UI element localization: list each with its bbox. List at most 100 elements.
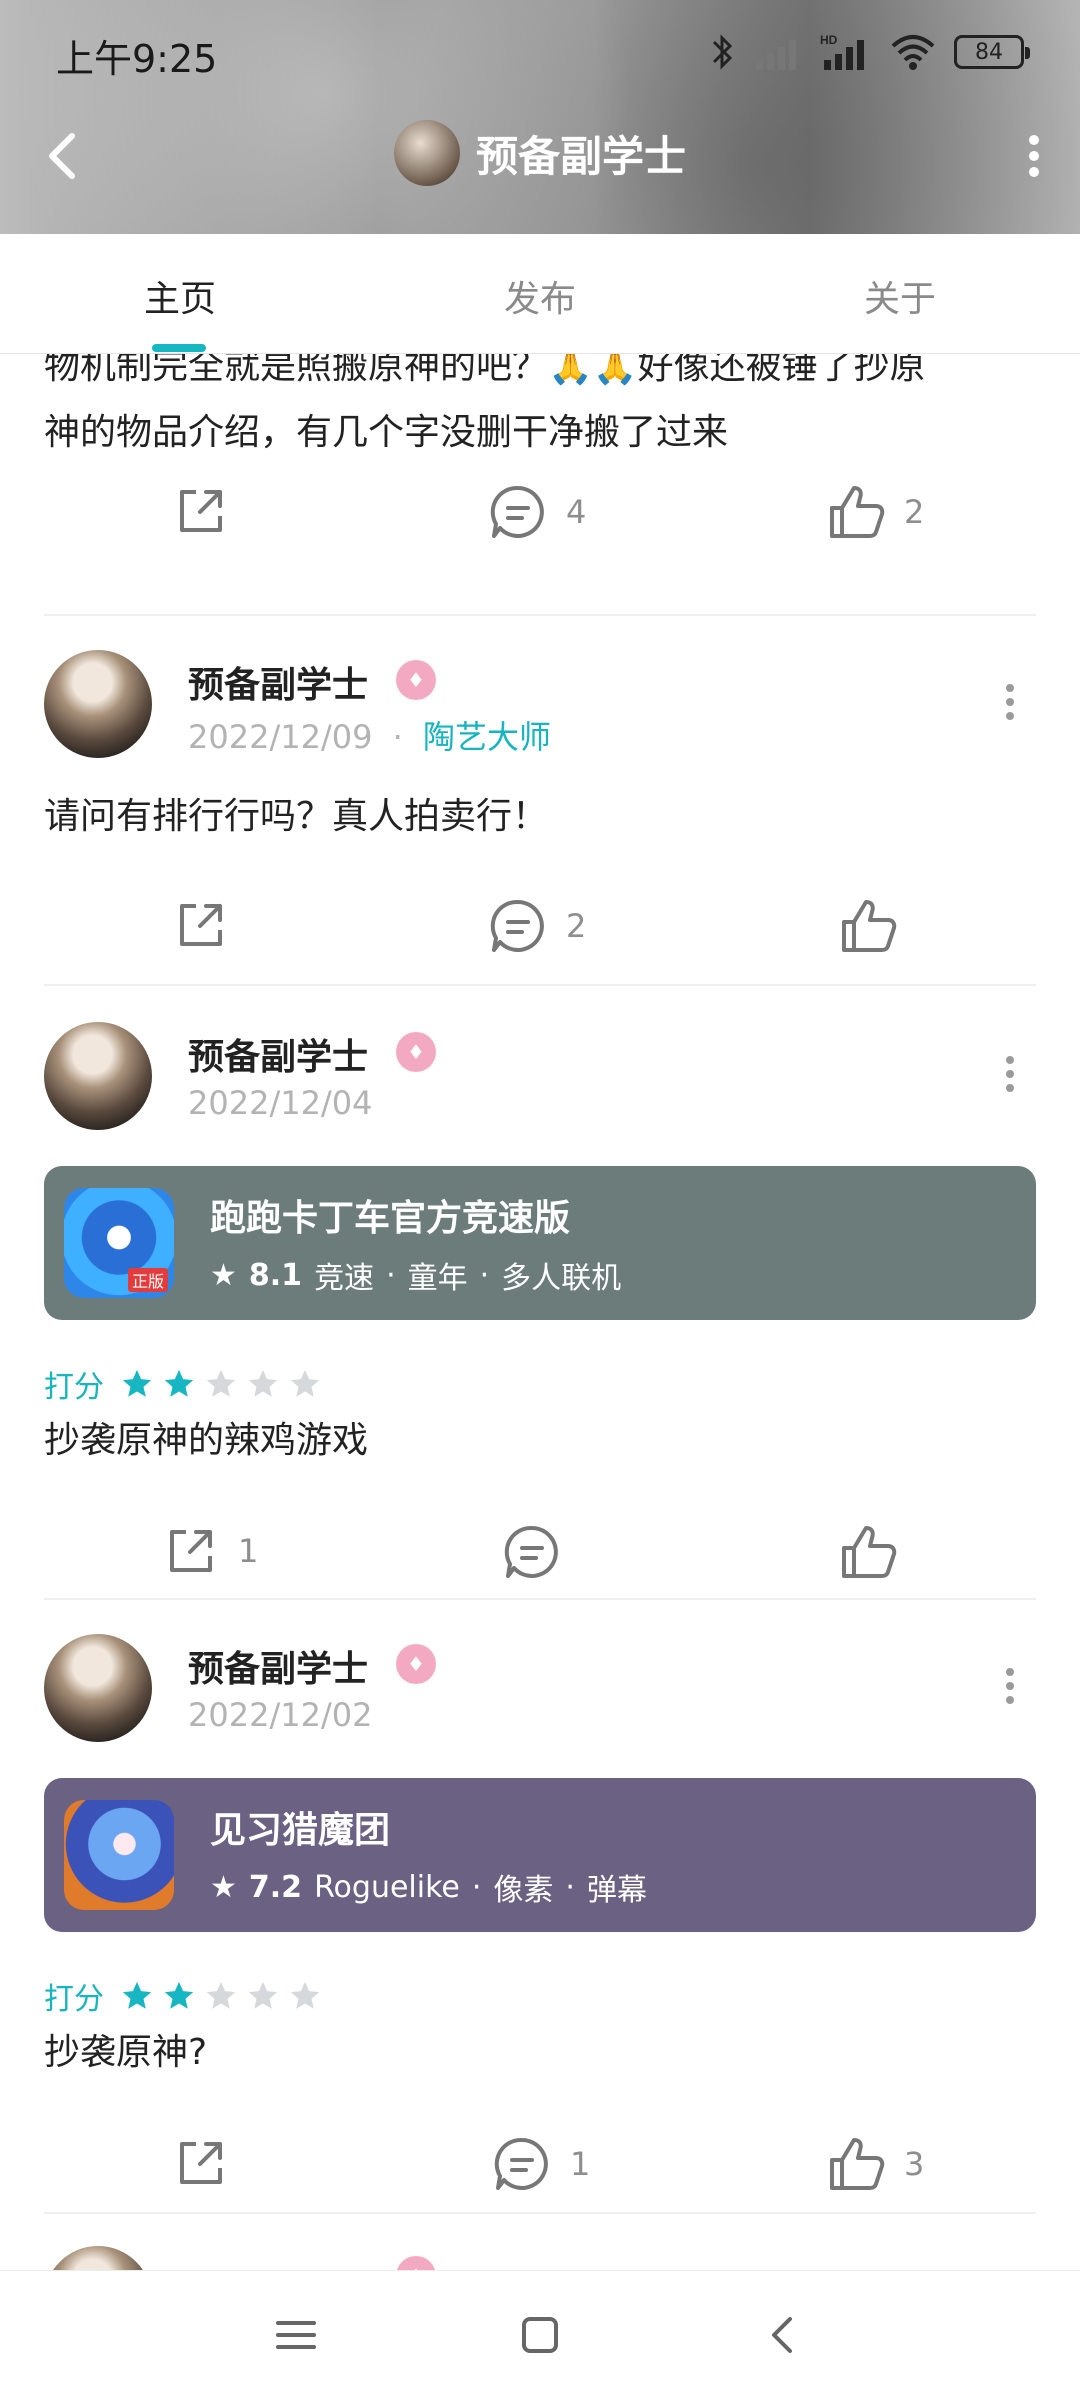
avatar[interactable] [44, 1634, 152, 1742]
divider [44, 1598, 1036, 1600]
post-text: 请问有排行行吗？真人拍卖行！ [44, 796, 549, 837]
game-card[interactable]: 见习猎魔团 ★ 7.2 Roguelike · 像素 · 弹幕 [44, 1778, 1036, 1932]
comment-icon [494, 2137, 548, 2190]
post-actions: 1 3 [44, 2134, 1036, 2214]
more-options-icon[interactable] [1014, 128, 1054, 184]
game-score: 8.1 [248, 1257, 303, 1293]
share-button[interactable] [172, 896, 248, 954]
comment-icon [490, 899, 544, 952]
share-button[interactable]: 1 [162, 1522, 258, 1580]
comment-icon [490, 485, 544, 538]
share-button[interactable] [172, 482, 248, 540]
star-filled-icon [122, 1981, 152, 2009]
comment-button[interactable]: 2 [488, 896, 586, 956]
rating-label: 打分 [44, 1982, 104, 2017]
meta-separator: · [392, 718, 403, 756]
divider [44, 984, 1036, 986]
profile-tabs: 主页 发布 关于 [0, 234, 1080, 354]
share-icon [180, 490, 222, 532]
thumbs-up-icon [830, 2138, 885, 2190]
comment-button[interactable]: 1 [492, 2134, 590, 2194]
username[interactable]: 预备副学士 [188, 1028, 368, 1080]
thumbs-up-icon [842, 1526, 897, 1578]
profile-header: 上午9:25 HD 84 预备副学士 [0, 0, 1080, 234]
back-icon[interactable] [760, 2311, 808, 2359]
share-icon [180, 2142, 222, 2184]
post-tag[interactable]: 陶艺大师 [423, 718, 551, 756]
like-button[interactable]: 2 [826, 482, 924, 542]
menu-icon[interactable] [272, 2311, 320, 2359]
star-empty-icon [248, 1369, 278, 1397]
level-badge-icon: ♦ [396, 660, 436, 700]
meta-separator: · [386, 1257, 396, 1293]
rating-row: 打分 [44, 1362, 322, 1406]
battery-indicator: 84 [954, 35, 1030, 69]
game-meta: ★ 7.2 Roguelike · 像素 · 弹幕 [210, 1865, 647, 1909]
meta-separator: · [565, 1869, 575, 1905]
post-card[interactable]: 物机制完全就是照搬原神的吧？🙏🙏好像还被锤了抄原 神的物品介绍，有几个字没删干净… [44, 354, 1036, 538]
like-count: 3 [904, 2145, 925, 2183]
like-button[interactable] [838, 1522, 916, 1582]
post-actions: 2 [44, 896, 1036, 976]
star-empty-icon [290, 1981, 320, 2009]
tab-home[interactable]: 主页 [30, 270, 330, 322]
game-card[interactable]: 正版 跑跑卡丁车官方竞速版 ★ 8.1 竞速 · 童年 · 多人联机 [44, 1166, 1036, 1320]
star-filled-icon [164, 1369, 194, 1397]
share-icon [170, 1530, 212, 1572]
username[interactable]: 预备副学士 [188, 1640, 368, 1692]
share-icon [180, 904, 222, 946]
rating-stars [120, 1367, 322, 1401]
like-count: 2 [904, 493, 925, 531]
thumbs-up-icon [830, 486, 885, 538]
level-badge-icon: ♦ [396, 2256, 436, 2270]
post-more-icon[interactable] [1004, 1666, 1016, 1706]
network-label: HD [820, 33, 838, 47]
rating-label: 打分 [44, 1370, 104, 1405]
post-more-icon[interactable] [1004, 1054, 1016, 1094]
post-text-line: 物机制完全就是照搬原神的吧？🙏🙏好像还被锤了抄原 [44, 354, 926, 387]
meta-separator: · [479, 1257, 490, 1293]
comment-button[interactable] [502, 1522, 580, 1582]
home-icon[interactable] [516, 2311, 564, 2359]
comment-count: 4 [566, 493, 587, 531]
star-empty-icon [290, 1369, 320, 1397]
post-more-icon[interactable] [1004, 682, 1016, 722]
post-date: 2022/12/04 [188, 1084, 373, 1122]
divider [44, 2212, 1036, 2214]
tab-about[interactable]: 关于 [750, 270, 1050, 322]
game-tag: 多人联机 [501, 1261, 622, 1296]
page-title: 预备副学士 [475, 131, 686, 181]
username[interactable]: 预备副学士 [188, 656, 368, 708]
like-button[interactable] [838, 896, 916, 956]
game-tag: 童年 [407, 1261, 468, 1296]
share-count: 1 [238, 1532, 259, 1570]
tab-indicator [152, 344, 206, 352]
comment-count: 2 [566, 907, 587, 945]
game-tag: Roguelike [314, 1869, 460, 1905]
level-badge-icon: ♦ [396, 1644, 436, 1684]
system-navigation-bar [0, 2270, 1080, 2400]
share-button[interactable] [172, 2134, 248, 2192]
game-name: 见习猎魔团 [210, 1810, 391, 1851]
signal-hd-icon: HD [820, 33, 864, 70]
comment-button[interactable]: 4 [488, 482, 586, 542]
like-button[interactable]: 3 [826, 2134, 924, 2194]
bluetooth-icon [712, 34, 733, 70]
avatar[interactable] [44, 650, 152, 758]
game-icon: 正版 [64, 1188, 174, 1298]
avatar[interactable] [44, 2246, 152, 2270]
avatar[interactable] [44, 1022, 152, 1130]
star-filled-icon [122, 1369, 152, 1397]
status-time: 上午9:25 [56, 37, 218, 81]
tab-posts[interactable]: 发布 [390, 270, 690, 322]
rating-row: 打分 [44, 1974, 322, 2018]
header-title-group: 预备副学士 [0, 120, 1080, 186]
signal-icon [756, 40, 796, 70]
feed[interactable]: 物机制完全就是照搬原神的吧？🙏🙏好像还被锤了抄原 神的物品介绍，有几个字没删干净… [0, 354, 1080, 2270]
star-icon: ★ [210, 1257, 237, 1293]
game-tag: 竞速 [314, 1261, 375, 1296]
header-avatar [393, 120, 460, 186]
post-actions: 4 2 [44, 482, 1036, 562]
wifi-icon [891, 35, 935, 70]
game-icon-label: 正版 [127, 1268, 168, 1292]
